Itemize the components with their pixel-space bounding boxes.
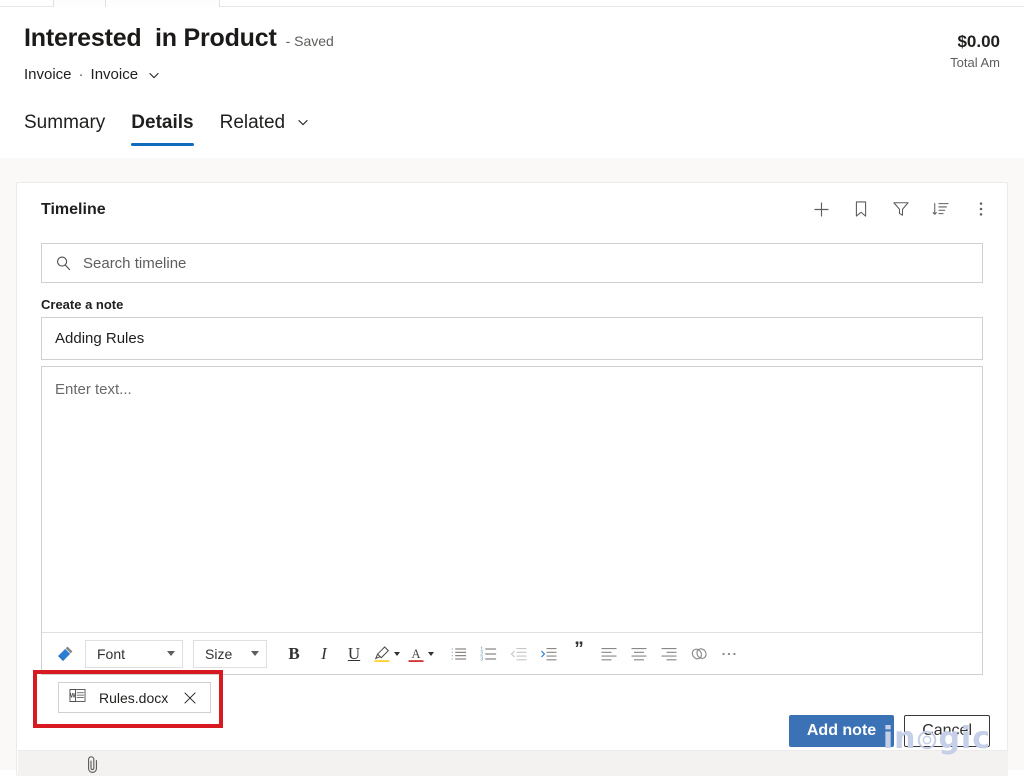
svg-text:W: W <box>70 693 76 699</box>
tab-details-label: Details <box>131 112 193 133</box>
note-body-placeholder: Enter text... <box>55 381 982 398</box>
note-body-area[interactable]: Enter text... <box>42 367 982 632</box>
link-icon[interactable] <box>684 639 714 669</box>
page-title: Interested in Product <box>24 24 277 53</box>
total-amount: $0.00 Total Am <box>880 31 1000 70</box>
breadcrumb-separator: · <box>79 66 84 83</box>
total-amount-value: $0.00 <box>880 31 1000 52</box>
form-tabs: Summary Details Related <box>24 112 310 146</box>
save-status: - Saved <box>286 33 334 49</box>
timeline-header: Timeline <box>17 183 1007 239</box>
italic-button[interactable]: I <box>309 639 339 669</box>
browser-chrome-strip <box>0 0 1024 7</box>
add-record-icon[interactable] <box>803 191 839 227</box>
underline-button[interactable]: U <box>339 639 369 669</box>
watermark-text-after: gic <box>938 721 991 756</box>
search-icon <box>54 254 73 273</box>
browser-tab[interactable] <box>105 0 220 7</box>
align-left-icon[interactable] <box>594 639 624 669</box>
paperclip-icon[interactable] <box>77 749 107 779</box>
bookmark-icon[interactable] <box>843 191 879 227</box>
align-center-icon[interactable] <box>624 639 654 669</box>
font-family-select[interactable]: Font <box>85 640 183 668</box>
title-row: Interested in Product - Saved <box>24 24 334 53</box>
bulleted-list-icon[interactable] <box>444 639 474 669</box>
attachment-row: W Rules.docx <box>41 679 983 715</box>
breadcrumb: Invoice · Invoice <box>24 66 161 83</box>
add-note-button[interactable]: Add note <box>789 715 894 747</box>
caret-down-icon <box>428 652 434 656</box>
note-editor[interactable]: Enter text... Font Size <box>41 366 983 675</box>
align-right-icon[interactable] <box>654 639 684 669</box>
create-note-label: Create a note <box>41 297 123 312</box>
tab-summary[interactable]: Summary <box>24 112 105 146</box>
tab-summary-label: Summary <box>24 112 105 133</box>
timeline-title: Timeline <box>41 201 106 219</box>
more-horizontal-icon[interactable] <box>714 639 744 669</box>
record-header: Interested in Product - Saved Invoice · … <box>0 7 1024 157</box>
font-size-select[interactable]: Size <box>193 640 267 668</box>
word-document-icon: W <box>68 686 87 710</box>
font-color-icon[interactable]: A <box>403 639 437 669</box>
attachment-file-name: Rules.docx <box>99 690 168 706</box>
tab-related-label: Related <box>220 112 286 133</box>
attachment-chip[interactable]: W Rules.docx <box>58 682 211 713</box>
search-input[interactable] <box>73 255 982 272</box>
breadcrumb-entity: Invoice <box>24 66 72 83</box>
caret-down-icon <box>251 651 259 656</box>
watermark-text-before: in <box>883 721 917 756</box>
note-action-bar: Add note Cancel <box>18 750 1008 776</box>
blockquote-button[interactable]: ” <box>564 639 594 669</box>
caret-down-icon <box>394 652 400 656</box>
highlight-icon[interactable] <box>369 639 403 669</box>
increase-indent-icon[interactable] <box>534 639 564 669</box>
timeline-card: Timeline <box>16 182 1008 776</box>
chevron-down-icon[interactable] <box>296 113 310 127</box>
numbered-list-icon[interactable]: 1 2 3 <box>474 639 504 669</box>
rich-text-toolbar: Font Size B I U <box>42 632 982 674</box>
sort-icon[interactable] <box>923 191 959 227</box>
note-title-input[interactable] <box>42 330 982 347</box>
close-icon[interactable] <box>180 688 200 708</box>
decrease-indent-icon[interactable] <box>504 639 534 669</box>
tab-details[interactable]: Details <box>131 112 193 146</box>
bold-button[interactable]: B <box>279 639 309 669</box>
tab-related[interactable]: Related <box>220 112 311 146</box>
inogic-watermark: in gic <box>883 721 991 756</box>
total-amount-label: Total Am <box>880 55 1000 70</box>
svg-text:A: A <box>411 646 420 660</box>
breadcrumb-form[interactable]: Invoice <box>91 66 139 83</box>
svg-text:3: 3 <box>480 656 483 662</box>
caret-down-icon <box>167 651 175 656</box>
format-painter-icon[interactable] <box>50 639 80 669</box>
page-body: Timeline <box>0 158 1024 770</box>
watermark-o-icon <box>916 721 938 756</box>
timeline-actions <box>803 191 999 227</box>
font-size-value: Size <box>205 646 232 662</box>
font-family-value: Font <box>97 646 125 662</box>
chevron-down-icon[interactable] <box>147 68 161 82</box>
search-timeline-field[interactable] <box>41 243 983 283</box>
more-vertical-icon[interactable] <box>963 191 999 227</box>
filter-icon[interactable] <box>883 191 919 227</box>
note-title-field[interactable] <box>41 317 983 360</box>
